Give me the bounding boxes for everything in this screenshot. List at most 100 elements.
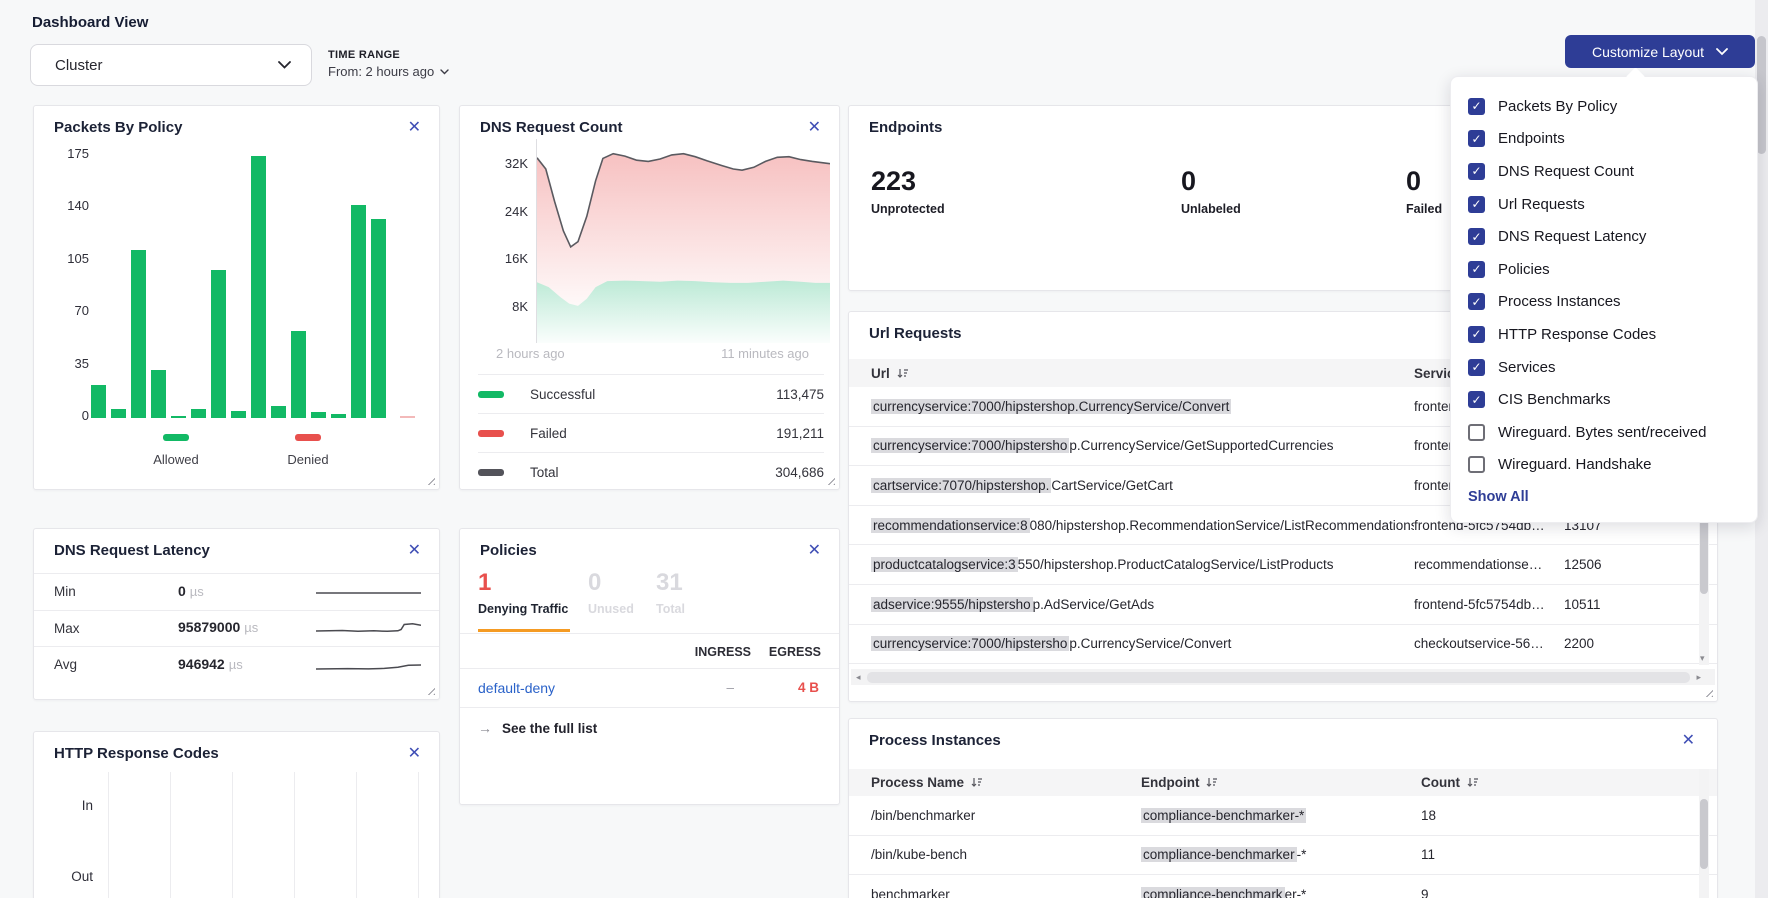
endpoint-cell: compliance-benchmarker-* xyxy=(1141,808,1421,823)
policies-tab-denying-traffic[interactable]: 1Denying Traffic xyxy=(478,571,568,616)
menu-item-http-response-codes[interactable]: ✓ HTTP Response Codes xyxy=(1468,318,1741,351)
table-row[interactable]: benchmarkercompliance-benchmarker-*9 xyxy=(849,875,1717,898)
checkbox-unchecked-icon[interactable] xyxy=(1468,424,1485,441)
time-range-from[interactable]: From: 2 hours ago xyxy=(328,64,449,79)
legend-swatch xyxy=(478,391,504,398)
bar-allowed xyxy=(371,219,386,418)
checkbox-checked-icon[interactable]: ✓ xyxy=(1468,196,1485,213)
menu-item-dns-request-count[interactable]: ✓DNS Request Count xyxy=(1468,155,1741,188)
customize-layout-button[interactable]: Customize Layout xyxy=(1565,35,1755,68)
legend-item: Successful113,475 xyxy=(478,374,824,413)
count-cell: 11 xyxy=(1421,847,1717,862)
service-cell: frontend-5fc5754db… xyxy=(1414,597,1564,612)
table-row[interactable]: /bin/kube-benchcompliance-benchmarker-*1… xyxy=(849,836,1717,876)
sort-icon xyxy=(1206,777,1218,788)
egress-header: EGRESS xyxy=(769,645,821,659)
active-tab-underline xyxy=(478,629,570,632)
scroll-right-icon: ▸ xyxy=(1696,673,1701,682)
ingress-header: INGRESS xyxy=(695,645,751,659)
legend-item: Denied xyxy=(233,428,383,467)
checkbox-checked-icon[interactable]: ✓ xyxy=(1468,228,1485,245)
checkbox-checked-icon[interactable]: ✓ xyxy=(1468,391,1485,408)
close-icon[interactable]: ✕ xyxy=(408,120,421,136)
policies-tab-total[interactable]: 31Total xyxy=(656,571,685,616)
service-cell: recommendationse… xyxy=(1414,557,1564,572)
checkbox-checked-icon[interactable]: ✓ xyxy=(1468,359,1485,376)
close-icon[interactable]: ✕ xyxy=(808,543,821,559)
count-cell: 10511 xyxy=(1564,597,1717,612)
column-header-count[interactable]: Count xyxy=(1421,775,1717,790)
checkbox-checked-icon[interactable]: ✓ xyxy=(1468,261,1485,278)
menu-item-wireguard-bytes-sent-received[interactable]: Wireguard. Bytes sent/received xyxy=(1468,416,1741,449)
bar-allowed xyxy=(251,156,266,418)
y-tick-label: 24K xyxy=(478,204,528,219)
checkbox-checked-icon[interactable]: ✓ xyxy=(1468,326,1485,343)
see-full-list-link[interactable]: → See the full list xyxy=(478,720,597,736)
legend-label: Failed xyxy=(530,426,567,441)
menu-item-dns-request-latency[interactable]: ✓DNS Request Latency xyxy=(1468,220,1741,253)
show-all-link[interactable]: Show All xyxy=(1468,489,1741,505)
menu-item-services[interactable]: ✓Services xyxy=(1468,351,1741,384)
bar-allowed xyxy=(231,411,246,418)
legend-swatch xyxy=(478,469,504,476)
url-cell: recommendationservice:8080/hipstershop.R… xyxy=(871,518,1414,533)
checkbox-unchecked-icon[interactable] xyxy=(1468,456,1485,473)
column-header-process-name[interactable]: Process Name xyxy=(871,775,1141,790)
menu-item-label: Wireguard. Handshake xyxy=(1498,456,1651,473)
url-cell: currencyservice:7000/hipstershop.Currenc… xyxy=(871,438,1414,453)
count-cell: 9 xyxy=(1421,887,1717,898)
stat-label: Unlabeled xyxy=(1181,202,1241,216)
table-row[interactable]: /bin/benchmarkercompliance-benchmarker-*… xyxy=(849,796,1717,836)
resize-handle[interactable] xyxy=(426,686,435,695)
checkbox-checked-icon[interactable]: ✓ xyxy=(1468,130,1485,147)
table-row[interactable]: currencyservice:7000/hipstershop.Currenc… xyxy=(849,625,1717,665)
menu-item-cis-benchmarks[interactable]: ✓CIS Benchmarks xyxy=(1468,383,1741,416)
view-select[interactable]: Cluster xyxy=(30,44,312,86)
process-name-cell: /bin/benchmarker xyxy=(871,808,1141,823)
policy-link-default-deny[interactable]: default-deny xyxy=(478,680,555,696)
checkbox-checked-icon[interactable]: ✓ xyxy=(1468,293,1485,310)
process-instances-table: Process Name Endpoint Count /bin/benchma… xyxy=(849,769,1717,898)
latency-value: 0 xyxy=(178,583,186,599)
column-header-endpoint[interactable]: Endpoint xyxy=(1141,775,1421,790)
url-cell: productcatalogservice:3550/hipstershop.P… xyxy=(871,557,1414,572)
endpoint-cell: compliance-benchmarker-* xyxy=(1141,847,1421,862)
card-title: Process Instances xyxy=(869,732,1001,749)
resize-handle[interactable] xyxy=(426,476,435,485)
chevron-down-icon xyxy=(278,61,291,69)
view-select-value: Cluster xyxy=(55,57,103,74)
vertical-scrollbar[interactable] xyxy=(1699,769,1709,898)
checkbox-checked-icon[interactable]: ✓ xyxy=(1468,163,1485,180)
menu-item-wireguard-handshake[interactable]: Wireguard. Handshake xyxy=(1468,449,1741,482)
policies-tab-unused[interactable]: 0Unused xyxy=(588,571,634,616)
menu-item-process-instances[interactable]: ✓Process Instances xyxy=(1468,286,1741,319)
close-icon[interactable]: ✕ xyxy=(808,120,821,136)
table-row[interactable]: adservice:9555/hipstershop.AdService/Get… xyxy=(849,585,1717,625)
bar-allowed xyxy=(211,270,226,418)
count-cell: 18 xyxy=(1421,808,1717,823)
close-icon[interactable]: ✕ xyxy=(408,746,421,762)
menu-item-label: HTTP Response Codes xyxy=(1498,326,1656,343)
table-row[interactable]: productcatalogservice:3550/hipstershop.P… xyxy=(849,545,1717,585)
scroll-left-icon: ◂ xyxy=(856,673,861,682)
sparkline xyxy=(316,655,421,675)
menu-item-url-requests[interactable]: ✓Url Requests xyxy=(1468,188,1741,221)
menu-item-policies[interactable]: ✓Policies xyxy=(1468,253,1741,286)
count-cell: 12506 xyxy=(1564,557,1717,572)
legend-label: Allowed xyxy=(101,452,251,467)
latency-value: 95879000 xyxy=(178,619,240,635)
checkbox-checked-icon[interactable]: ✓ xyxy=(1468,98,1485,115)
close-icon[interactable]: ✕ xyxy=(408,543,421,559)
resize-handle[interactable] xyxy=(1704,688,1713,697)
legend-label: Denied xyxy=(233,452,383,467)
close-icon[interactable]: ✕ xyxy=(1682,733,1695,749)
page-scrollbar-thumb[interactable] xyxy=(1757,36,1766,154)
dashboard-view-page: Dashboard View Cluster TIME RANGE From: … xyxy=(0,0,1768,898)
column-header-url[interactable]: Url xyxy=(871,366,1414,381)
latency-unit: µs xyxy=(229,657,243,672)
menu-item-packets-by-policy[interactable]: ✓Packets By Policy xyxy=(1468,90,1741,123)
menu-item-endpoints[interactable]: ✓Endpoints xyxy=(1468,123,1741,156)
gridline xyxy=(232,772,233,898)
resize-handle[interactable] xyxy=(826,476,835,485)
horizontal-scrollbar[interactable]: ◂ ▸ xyxy=(851,669,1715,685)
